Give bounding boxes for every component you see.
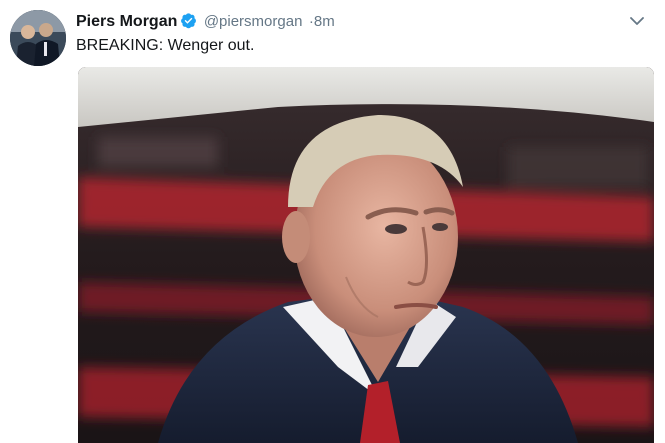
verified-badge-icon: [180, 12, 197, 35]
photo-image: [78, 67, 654, 443]
profile-photo: [10, 10, 66, 66]
tweet-photo[interactable]: [78, 67, 654, 443]
timestamp[interactable]: ·8m: [309, 13, 335, 30]
display-name[interactable]: Piers Morgan: [76, 13, 177, 30]
tweet-header: Piers Morgan @piersmorgan ·8m: [76, 12, 335, 35]
avatar[interactable]: [10, 10, 66, 66]
chevron-down-icon[interactable]: [629, 14, 645, 32]
user-handle[interactable]: @piersmorgan: [204, 13, 303, 30]
tweet-text: BREAKING: Wenger out.: [76, 37, 255, 54]
